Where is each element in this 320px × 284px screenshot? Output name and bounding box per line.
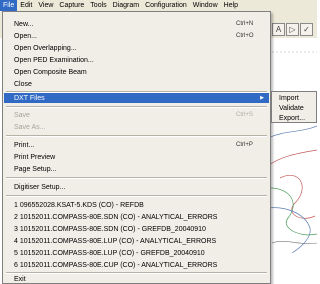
menu-edit[interactable]: Edit: [17, 0, 35, 11]
shortcut-label: Ctrl+P: [236, 142, 253, 148]
arrow-right-icon[interactable]: ▷: [286, 23, 299, 36]
menu-item-save[interactable]: Save Ctrl+S: [4, 110, 269, 120]
menu-item-label: Open Composite Beam: [14, 68, 87, 76]
menu-item-save-as[interactable]: Save As...: [4, 122, 269, 132]
recent-file-item[interactable]: 4 10152011.COMPASS-80E.LUP (CO) - ANALYT…: [4, 236, 269, 246]
recent-file-item[interactable]: 5 10152011.COMPASS-80E.LUP (CO) - GREFDB…: [4, 248, 269, 258]
recent-file-label: 4 10152011.COMPASS-80E.LUP (CO) - ANALYT…: [14, 237, 217, 245]
submenu-item-label: Validate: [279, 104, 304, 112]
menu-item-label: Exit: [14, 275, 26, 283]
menu-item-page-setup[interactable]: Page Setup...: [4, 164, 269, 174]
menu-item-label: Print Preview: [14, 153, 56, 161]
menu-item-label: Save: [14, 111, 30, 119]
shortcut-label: Ctrl+O: [236, 33, 254, 39]
menu-item-dxt-files[interactable]: DXT Files ▶: [4, 93, 269, 103]
shortcut-label: Ctrl+S: [236, 112, 253, 118]
menu-item-label: Close: [14, 80, 32, 88]
submenu-item-label: Import: [279, 94, 299, 102]
menu-item-open-ped[interactable]: Open PED Examination...: [4, 55, 269, 65]
menu-item-label: New...: [14, 20, 34, 28]
menu-item-label: Open PED Examination...: [14, 56, 94, 64]
menu-item-label: Open...: [14, 32, 37, 40]
check-icon[interactable]: ✓: [300, 23, 313, 36]
file-menu: New... Ctrl+N Open... Ctrl+O Open Overla…: [2, 11, 271, 284]
submenu-item-export[interactable]: Export...: [272, 113, 316, 123]
menu-diagram[interactable]: Diagram: [110, 0, 142, 11]
shortcut-label: Ctrl+N: [236, 21, 254, 27]
recent-file-label: 5 10152011.COMPASS-80E.LUP (CO) - GREFDB…: [14, 249, 205, 257]
submenu-item-label: Export...: [279, 114, 306, 122]
menu-capture[interactable]: Capture: [56, 0, 87, 11]
menu-item-print[interactable]: Print... Ctrl+P: [4, 140, 269, 150]
menu-view[interactable]: View: [35, 0, 56, 11]
recent-file-label: 3 10152011.COMPASS-80E.SDN (CO) - GREFDB…: [14, 225, 206, 233]
menu-item-open[interactable]: Open... Ctrl+O: [4, 31, 269, 41]
menu-help[interactable]: Help: [221, 0, 241, 11]
menu-tools[interactable]: Tools: [87, 0, 109, 11]
menu-item-exit[interactable]: Exit: [4, 274, 269, 284]
menu-item-label: Print...: [14, 141, 35, 149]
menu-item-label: Page Setup...: [14, 165, 57, 173]
recent-file-item[interactable]: 6 10152011.COMPASS-80E.CUP (CO) - ANALYT…: [4, 260, 269, 270]
menu-separator: [6, 177, 267, 179]
toolbar-button-a[interactable]: A: [272, 23, 285, 36]
menu-configuration[interactable]: Configuration: [142, 0, 190, 11]
recent-file-item[interactable]: 2 10152011.COMPASS-80E.SDN (CO) - ANALYT…: [4, 212, 269, 222]
menu-item-new[interactable]: New... Ctrl+N: [4, 19, 269, 29]
recent-file-label: 6 10152011.COMPASS-80E.CUP (CO) - ANALYT…: [14, 261, 218, 269]
menu-separator: [6, 135, 267, 137]
menu-item-label: Save As...: [14, 123, 46, 131]
recent-file-label: 1 096552028.KSAT-5.KDS (CO) - REFDB: [14, 201, 144, 209]
menu-item-close[interactable]: Close: [4, 79, 269, 89]
menu-separator: [6, 195, 267, 197]
recent-file-label: 2 10152011.COMPASS-80E.SDN (CO) - ANALYT…: [14, 213, 218, 221]
menu-separator: [6, 106, 267, 108]
menu-item-label: DXT Files: [14, 94, 45, 102]
recent-file-item[interactable]: 3 10152011.COMPASS-80E.SDN (CO) - GREFDB…: [4, 224, 269, 234]
menu-item-open-overlapping[interactable]: Open Overlapping...: [4, 43, 269, 53]
menu-item-label: Digitiser Setup...: [14, 183, 66, 191]
submenu-item-import[interactable]: Import: [272, 93, 316, 103]
menu-item-label: Open Overlapping...: [14, 44, 77, 52]
menu-item-open-composite[interactable]: Open Composite Beam: [4, 67, 269, 77]
menu-window[interactable]: Window: [190, 0, 221, 11]
recent-file-item[interactable]: 1 096552028.KSAT-5.KDS (CO) - REFDB: [4, 200, 269, 210]
submenu-item-validate[interactable]: Validate: [272, 103, 316, 113]
submenu-arrow-icon: ▶: [260, 95, 264, 101]
dxt-files-submenu: Import Validate Export...: [271, 91, 317, 123]
menu-item-digitiser-setup[interactable]: Digitiser Setup...: [4, 182, 269, 192]
menu-file[interactable]: File: [0, 0, 18, 11]
menu-item-print-preview[interactable]: Print Preview: [4, 152, 269, 162]
